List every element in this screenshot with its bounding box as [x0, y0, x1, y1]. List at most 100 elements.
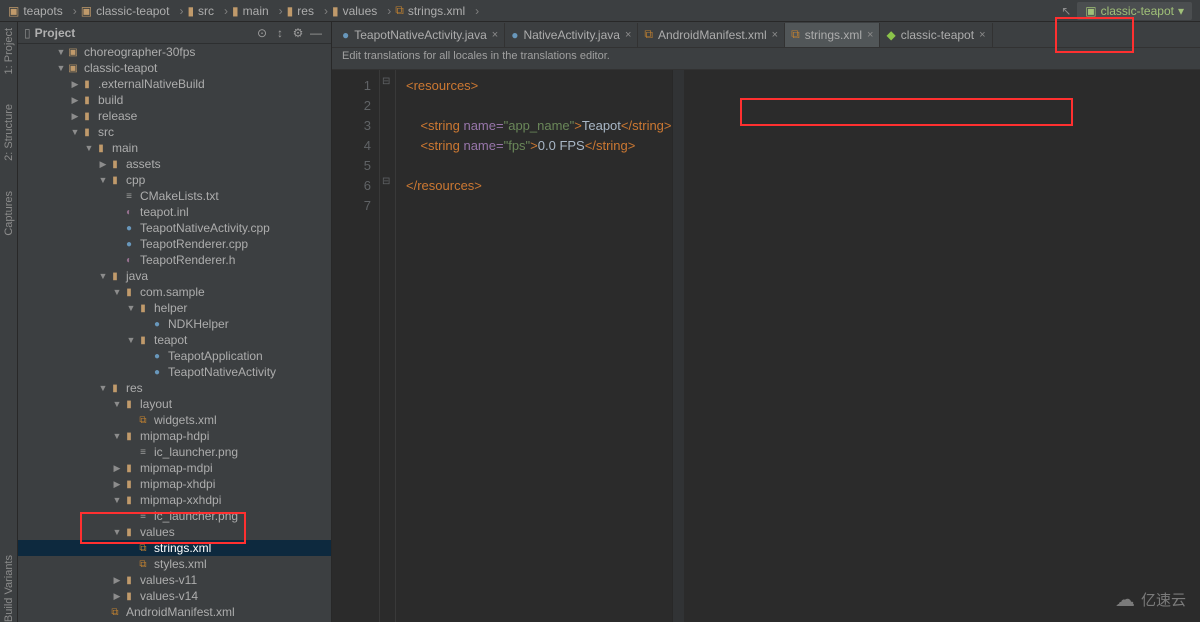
tree-item-res[interactable]: ▼▮res: [18, 380, 331, 396]
expand-arrow-icon[interactable]: ▼: [112, 495, 122, 505]
tree-item-release[interactable]: ▶▮release: [18, 108, 331, 124]
tree-item-cmakelists-txt[interactable]: ≡CMakeLists.txt: [18, 188, 331, 204]
module-icon: ▣: [66, 61, 80, 75]
tree-item-cpp[interactable]: ▼▮cpp: [18, 172, 331, 188]
tree-item-teapotapplication[interactable]: ●TeapotApplication: [18, 348, 331, 364]
crumb-src[interactable]: ▮src: [187, 4, 228, 18]
back-icon[interactable]: ↖: [1061, 4, 1071, 18]
tree-item-teapot[interactable]: ▼▮teapot: [18, 332, 331, 348]
expand-arrow-icon[interactable]: ▼: [112, 431, 122, 441]
collapse-icon[interactable]: ↕: [271, 26, 289, 40]
tree-item-helper[interactable]: ▼▮helper: [18, 300, 331, 316]
tree-item-classic-teapot[interactable]: ▼▣classic-teapot: [18, 60, 331, 76]
expand-arrow-icon[interactable]: ▼: [112, 527, 122, 537]
tab-androidmanifest-xml[interactable]: ⧉AndroidManifest.xml×: [638, 23, 785, 47]
folder-icon: ▮: [122, 589, 136, 603]
expand-arrow-icon[interactable]: ▼: [126, 335, 136, 345]
tree-item-label: ic_launcher.png: [154, 509, 238, 523]
expand-arrow-icon[interactable]: ▶: [70, 111, 80, 122]
project-icon: ▯: [24, 26, 31, 40]
expand-arrow-icon[interactable]: ▼: [98, 271, 108, 281]
close-icon[interactable]: ×: [867, 29, 873, 41]
tree-item-androidmanifest-xml[interactable]: ⧉AndroidManifest.xml: [18, 604, 331, 620]
module-switcher[interactable]: ▣classic-teapot▾: [1077, 2, 1192, 20]
tree-item-strings-xml[interactable]: ⧉strings.xml: [18, 540, 331, 556]
crumb-strings[interactable]: ⧉strings.xml: [395, 3, 479, 18]
expand-arrow-icon[interactable]: ▼: [84, 143, 94, 153]
expand-arrow-icon[interactable]: ▶: [70, 95, 80, 106]
crumb-res[interactable]: ▮res: [287, 4, 328, 18]
close-icon[interactable]: ×: [625, 29, 631, 41]
tree-item-java[interactable]: ▼▮java: [18, 268, 331, 284]
expand-arrow-icon[interactable]: ▼: [98, 383, 108, 393]
tree-item-values-v14[interactable]: ▶▮values-v14: [18, 588, 331, 604]
tree-item-mipmap-mdpi[interactable]: ▶▮mipmap-mdpi: [18, 460, 331, 476]
tab-classic-teapot[interactable]: ◆classic-teapot×: [880, 23, 992, 47]
tree-item-label: mipmap-xxhdpi: [140, 493, 221, 507]
tree-item-mipmap-xxhdpi[interactable]: ▼▮mipmap-xxhdpi: [18, 492, 331, 508]
tree-item-teapotrenderer-cpp[interactable]: ●TeapotRenderer.cpp: [18, 236, 331, 252]
tree-item-main[interactable]: ▼▮main: [18, 140, 331, 156]
tab-project[interactable]: 1: Project: [3, 28, 15, 74]
close-icon[interactable]: ×: [772, 29, 778, 41]
expand-arrow-icon[interactable]: ▼: [98, 175, 108, 185]
crumb-teapots[interactable]: ▣teapots: [8, 4, 77, 18]
gear-icon[interactable]: ⚙: [289, 26, 307, 40]
close-icon[interactable]: ×: [979, 29, 985, 41]
tree-item-label: res: [126, 381, 143, 395]
tree-item-widgets-xml[interactable]: ⧉widgets.xml: [18, 412, 331, 428]
expand-arrow-icon[interactable]: ▼: [112, 287, 122, 297]
crumb-main[interactable]: ▮main: [232, 4, 283, 18]
fold-close-icon[interactable]: ⊟: [382, 176, 390, 187]
tree-item-teapotrenderer-h[interactable]: ◐TeapotRenderer.h: [18, 252, 331, 268]
project-tree[interactable]: ▼▣choreographer-30fps▼▣classic-teapot▶▮.…: [18, 44, 331, 622]
tree-item-mipmap-xhdpi[interactable]: ▶▮mipmap-xhdpi: [18, 476, 331, 492]
expand-arrow-icon[interactable]: ▶: [112, 463, 122, 474]
hide-icon[interactable]: —: [307, 26, 325, 40]
expand-arrow-icon[interactable]: ▶: [112, 479, 122, 490]
expand-arrow-icon[interactable]: ▶: [112, 575, 122, 586]
expand-arrow-icon[interactable]: ▼: [56, 47, 66, 57]
tab-teapotnativeactivity-java[interactable]: ●TeapotNativeActivity.java×: [336, 23, 505, 47]
tree-item-values-v11[interactable]: ▶▮values-v11: [18, 572, 331, 588]
tab-nativeactivity-java[interactable]: ●NativeActivity.java×: [505, 23, 638, 47]
scroll-from-source-icon[interactable]: ⊙: [253, 26, 271, 40]
tree-item-ic-launcher-png[interactable]: ≡ic_launcher.png: [18, 444, 331, 460]
fold-column[interactable]: ⊟ ⊟: [380, 70, 396, 622]
tree-item-teapot-inl[interactable]: ◐teapot.inl: [18, 204, 331, 220]
crumb-classic-teapot[interactable]: ▣classic-teapot: [81, 4, 184, 18]
expand-arrow-icon[interactable]: ▼: [70, 127, 80, 137]
tree-item-build[interactable]: ▶▮build: [18, 92, 331, 108]
tree-item--externalnativebuild[interactable]: ▶▮.externalNativeBuild: [18, 76, 331, 92]
breadcrumb: ▣teapots ▣classic-teapot ▮src ▮main ▮res…: [0, 0, 1200, 22]
expand-arrow-icon[interactable]: ▼: [56, 63, 66, 73]
tree-item-src[interactable]: ▼▮src: [18, 124, 331, 140]
tab-captures[interactable]: Captures: [3, 191, 15, 236]
tree-item-ic-launcher-png[interactable]: ≡ic_launcher.png: [18, 508, 331, 524]
fold-open-icon[interactable]: ⊟: [382, 76, 390, 87]
expand-arrow-icon[interactable]: ▼: [112, 399, 122, 409]
tree-item-com-sample[interactable]: ▼▮com.sample: [18, 284, 331, 300]
tree-item-teapotnativeactivity[interactable]: ●TeapotNativeActivity: [18, 364, 331, 380]
xml-icon: ⧉: [791, 27, 800, 42]
tree-item-mipmap-hdpi[interactable]: ▼▮mipmap-hdpi: [18, 428, 331, 444]
tree-item-layout[interactable]: ▼▮layout: [18, 396, 331, 412]
expand-arrow-icon[interactable]: ▼: [126, 303, 136, 313]
expand-arrow-icon[interactable]: ▶: [112, 591, 122, 602]
code-body[interactable]: <resources> <string name="app_name">Teap…: [396, 70, 672, 622]
error-stripe[interactable]: [672, 70, 684, 622]
expand-arrow-icon[interactable]: ▶: [98, 159, 108, 170]
close-icon[interactable]: ×: [492, 29, 498, 41]
tree-item-styles-xml[interactable]: ⧉styles.xml: [18, 556, 331, 572]
tab-strings-xml[interactable]: ⧉strings.xml×: [785, 23, 880, 47]
tab-structure[interactable]: 2: Structure: [3, 104, 15, 161]
tree-item-values[interactable]: ▼▮values: [18, 524, 331, 540]
tree-item-assets[interactable]: ▶▮assets: [18, 156, 331, 172]
crumb-values[interactable]: ▮values: [332, 4, 391, 18]
tree-item-choreographer-30fps[interactable]: ▼▣choreographer-30fps: [18, 44, 331, 60]
tab-build-variants[interactable]: Build Variants: [3, 555, 15, 622]
expand-arrow-icon[interactable]: ▶: [70, 79, 80, 90]
tree-item-teapotnativeactivity-cpp[interactable]: ●TeapotNativeActivity.cpp: [18, 220, 331, 236]
translation-hint[interactable]: Edit translations for all locales in the…: [332, 48, 1200, 70]
tree-item-ndkhelper[interactable]: ●NDKHelper: [18, 316, 331, 332]
